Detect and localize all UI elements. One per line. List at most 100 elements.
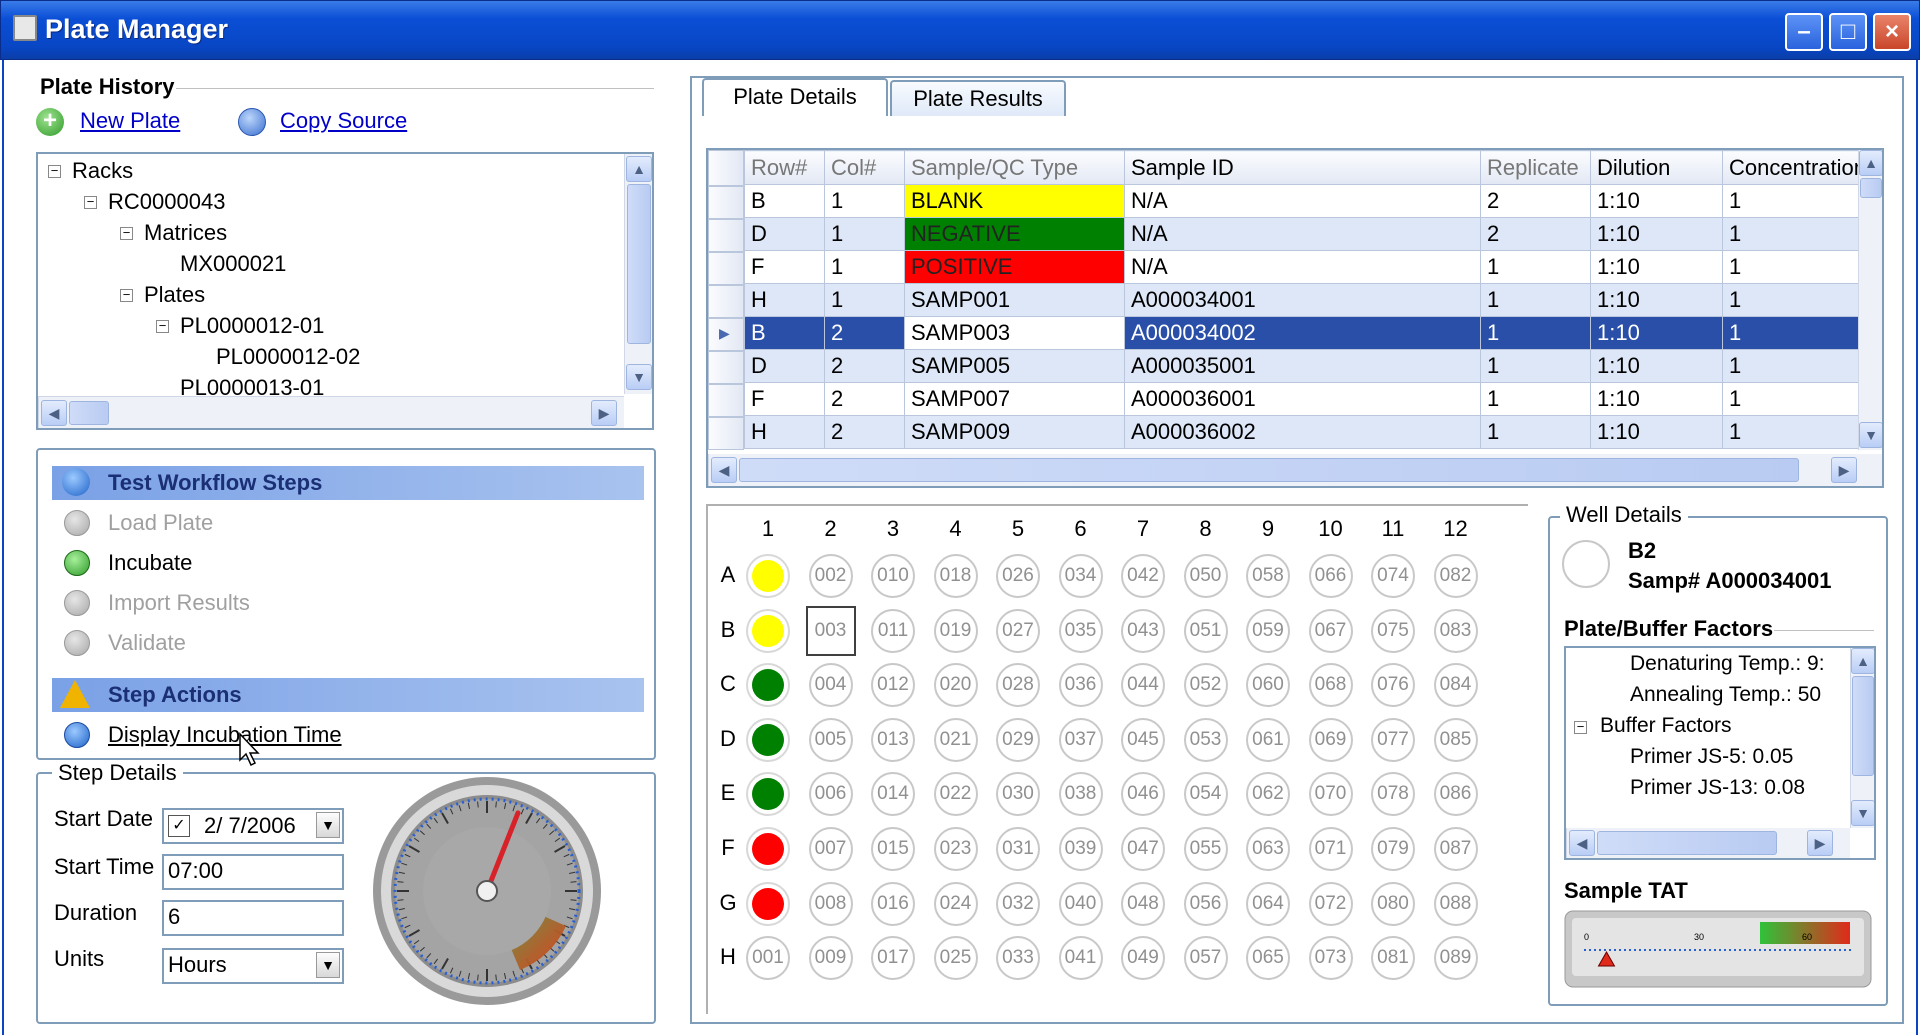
row-header[interactable] xyxy=(708,285,744,318)
table-row[interactable]: D 1 NEGATIVE N/A 2 1:10 1 xyxy=(744,217,1873,251)
plate-well[interactable]: 076 xyxy=(1371,663,1415,708)
expander-icon[interactable]: − xyxy=(120,226,133,240)
table-row[interactable]: H 2 SAMP009 A000036002 1 1:10 1 xyxy=(744,415,1873,449)
plate-well[interactable]: 070 xyxy=(1308,772,1353,817)
row-header[interactable]: ▶ xyxy=(708,318,744,351)
plate-well[interactable]: 010 xyxy=(871,554,915,598)
plate-well[interactable]: 052 xyxy=(1183,663,1228,708)
sample-grid[interactable]: ▶ Row# Col# Sample/QC Type Sample ID Replica… xyxy=(706,148,1884,488)
plate-well[interactable]: 089 xyxy=(1433,936,1478,981)
plate-well[interactable]: 069 xyxy=(1308,717,1353,762)
plate-well[interactable]: 065 xyxy=(1246,936,1290,981)
column-header[interactable]: Concentration xyxy=(1722,150,1873,185)
expander-icon[interactable]: − xyxy=(120,288,133,302)
column-header[interactable]: Row# xyxy=(744,150,825,185)
plate-well[interactable]: 025 xyxy=(933,936,978,981)
row-header[interactable] xyxy=(708,252,744,285)
horizontal-scrollbar[interactable]: ◀ ▶ xyxy=(38,396,624,428)
plate-well[interactable]: 073 xyxy=(1308,936,1353,981)
table-row[interactable]: F 1 POSITIVE N/A 1 1:10 1 xyxy=(744,250,1873,284)
plate-well[interactable]: 049 xyxy=(1121,936,1165,981)
plate-well[interactable] xyxy=(746,827,790,871)
plate-well[interactable]: 036 xyxy=(1058,663,1103,708)
plate-well[interactable]: 083 xyxy=(1433,608,1478,653)
plate-well[interactable]: 022 xyxy=(933,772,978,817)
vertical-scrollbar[interactable]: ▲ ▼ xyxy=(1850,648,1874,828)
plate-well[interactable]: 046 xyxy=(1121,772,1165,817)
plate-well[interactable]: 082 xyxy=(1433,554,1478,598)
maximize-button[interactable]: □ xyxy=(1829,13,1867,51)
plate-well[interactable]: 027 xyxy=(996,608,1040,653)
scroll-left-button[interactable]: ◀ xyxy=(41,400,67,426)
plate-well[interactable] xyxy=(746,608,790,653)
dropdown-arrow-icon[interactable]: ▼ xyxy=(316,812,340,838)
scroll-thumb[interactable] xyxy=(627,184,651,344)
plate-well[interactable]: 048 xyxy=(1121,881,1165,926)
expander-icon[interactable]: − xyxy=(84,195,97,209)
plate-well[interactable]: 028 xyxy=(996,663,1040,708)
units-select[interactable]: Hours ▼ xyxy=(162,948,344,984)
plate-well[interactable]: 018 xyxy=(933,554,978,598)
plate-well[interactable]: 026 xyxy=(996,554,1040,598)
plate-well[interactable]: 032 xyxy=(996,881,1040,926)
plate-well[interactable]: 057 xyxy=(1183,936,1228,981)
plate-well[interactable]: 017 xyxy=(871,936,915,981)
plate-well[interactable]: 080 xyxy=(1371,881,1415,926)
vertical-scrollbar[interactable]: ▲ ▼ xyxy=(624,154,652,394)
plate-well[interactable]: 051 xyxy=(1183,608,1228,653)
plate-well[interactable]: 050 xyxy=(1183,554,1228,598)
expander-icon[interactable]: − xyxy=(1574,720,1587,734)
plate-well[interactable]: 047 xyxy=(1121,827,1165,871)
factors-tree[interactable]: Denaturing Temp.: 9: Annealing Temp.: 50 −… xyxy=(1564,646,1876,860)
row-header[interactable] xyxy=(708,384,744,417)
scroll-up-button[interactable]: ▲ xyxy=(1859,150,1882,176)
plate-well[interactable]: 075 xyxy=(1371,608,1415,653)
column-header[interactable]: Dilution xyxy=(1590,150,1723,185)
plate-well[interactable]: 039 xyxy=(1058,827,1103,871)
horizontal-scrollbar[interactable]: ◀ ▶ xyxy=(708,454,1882,486)
row-header[interactable] xyxy=(708,351,744,384)
table-row[interactable]: F 2 SAMP007 A000036001 1 1:10 1 xyxy=(744,382,1873,416)
row-header[interactable] xyxy=(708,186,744,219)
scroll-thumb[interactable] xyxy=(1860,178,1882,198)
plate-well[interactable]: 053 xyxy=(1183,717,1228,762)
start-date-picker[interactable]: ✓ 2/ 7/2006 ▼ xyxy=(162,808,344,844)
table-row[interactable]: B 2 SAMP003 A000034002 1 1:10 1 xyxy=(744,316,1873,350)
plate-well[interactable]: 019 xyxy=(933,608,978,653)
plate-well[interactable] xyxy=(746,881,790,926)
plate-well[interactable]: 087 xyxy=(1433,827,1478,871)
plate-well[interactable]: 056 xyxy=(1183,881,1228,926)
plate-well[interactable]: 040 xyxy=(1058,881,1103,926)
plate-well[interactable]: 061 xyxy=(1246,717,1290,762)
plate-well[interactable]: 068 xyxy=(1308,663,1353,708)
plate-well[interactable]: 007 xyxy=(808,827,853,871)
expander-icon[interactable]: − xyxy=(156,319,169,333)
scroll-thumb[interactable] xyxy=(739,458,1799,482)
scroll-down-button[interactable]: ▼ xyxy=(1859,422,1882,448)
dropdown-arrow-icon[interactable]: ▼ xyxy=(316,952,340,978)
plate-well[interactable] xyxy=(746,663,790,708)
plate-well[interactable]: 030 xyxy=(996,772,1040,817)
table-row[interactable]: B 1 BLANK N/A 2 1:10 1 xyxy=(744,184,1873,218)
plate-well[interactable]: 003 xyxy=(805,605,856,656)
plate-well[interactable]: 060 xyxy=(1246,663,1290,708)
plate-well[interactable]: 001 xyxy=(746,936,790,981)
new-plate-link[interactable]: New Plate xyxy=(80,108,180,134)
plate-well[interactable]: 074 xyxy=(1371,554,1415,598)
plate-well[interactable]: 055 xyxy=(1183,827,1228,871)
copy-source-link[interactable]: Copy Source xyxy=(280,108,407,134)
table-row[interactable]: D 2 SAMP005 A000035001 1 1:10 1 xyxy=(744,349,1873,383)
horizontal-scrollbar[interactable]: ◀ ▶ xyxy=(1566,828,1850,858)
plate-well[interactable]: 054 xyxy=(1183,772,1228,817)
plate-well[interactable]: 072 xyxy=(1308,881,1353,926)
duration-input[interactable]: 6 xyxy=(162,900,344,936)
plate-well[interactable]: 004 xyxy=(808,663,853,708)
plate-well[interactable]: 044 xyxy=(1121,663,1165,708)
scroll-up-button[interactable]: ▲ xyxy=(1851,648,1874,674)
plate-well[interactable]: 033 xyxy=(996,936,1040,981)
plate-well[interactable]: 020 xyxy=(933,663,978,708)
plate-well[interactable]: 023 xyxy=(933,827,978,871)
vertical-scrollbar[interactable]: ▲ ▼ xyxy=(1858,150,1882,450)
plate-well[interactable]: 058 xyxy=(1246,554,1290,598)
plate-well[interactable]: 009 xyxy=(808,936,853,981)
